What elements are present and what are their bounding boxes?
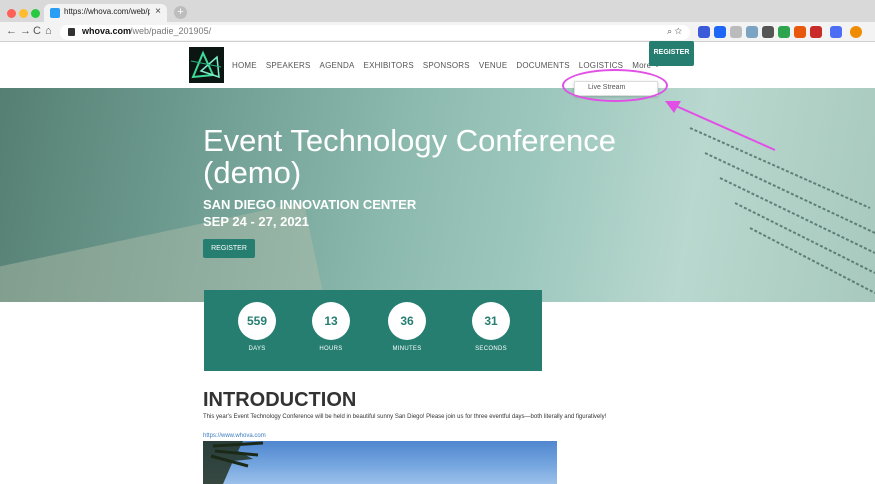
nav-sponsors[interactable]: SPONSORS (423, 61, 470, 70)
nav-home[interactable]: HOME (232, 61, 257, 70)
back-icon[interactable]: ← (6, 25, 17, 37)
url-path: /web/padie_201905/ (130, 26, 212, 36)
extension-icon[interactable] (778, 26, 790, 38)
event-logo[interactable] (189, 47, 224, 83)
introduction-heading: INTRODUCTION (203, 389, 357, 411)
countdown-days-label: DAYS (248, 346, 266, 352)
browser-toolbar: ← → C ⌂ whova.com /web/padie_201905/ ⌕ ☆ (0, 22, 875, 42)
extension-icon[interactable] (730, 26, 742, 38)
favicon-icon (50, 8, 60, 18)
reload-icon[interactable]: C (33, 25, 41, 37)
countdown-days-value: 559 (238, 302, 276, 340)
minimize-window-button[interactable] (19, 9, 28, 18)
hero-banner (0, 88, 875, 302)
logo-graphic (190, 50, 222, 79)
countdown-seconds-label: SECONDS (475, 346, 507, 352)
lock-icon (68, 28, 75, 36)
forward-icon[interactable]: → (20, 25, 31, 37)
zoom-and-bookmark-icons[interactable]: ⌕ ☆ (667, 26, 682, 37)
countdown-minutes-label: MINUTES (392, 346, 422, 352)
new-tab-button[interactable]: + (174, 6, 187, 19)
home-icon[interactable]: ⌂ (45, 25, 52, 37)
hero-venue: SAN DIEGO INNOVATION CENTER (203, 197, 417, 212)
countdown-days: 559 DAYS (234, 302, 280, 352)
countdown-hours: 13 HOURS (308, 302, 354, 352)
introduction-text: This year's Event Technology Conference … (203, 414, 607, 420)
extension-icon[interactable] (830, 26, 842, 38)
countdown-minutes: 36 MINUTES (384, 302, 430, 352)
hero-title: Event Technology Conference (demo) (203, 123, 617, 190)
main-nav: HOME SPEAKERS AGENDA EXHIBITORS SPONSORS… (232, 61, 661, 70)
browser-tab-bar: https://whova.com/web/padie × + (0, 0, 875, 22)
extension-icon[interactable] (714, 26, 726, 38)
countdown-panel: 559 DAYS 13 HOURS 36 MINUTES 31 SECONDS (204, 290, 542, 371)
maximize-window-button[interactable] (31, 9, 40, 18)
tab-close-icon[interactable]: × (155, 6, 161, 17)
countdown-hours-label: HOURS (319, 346, 343, 352)
extension-icon[interactable] (810, 26, 822, 38)
extension-icon[interactable] (794, 26, 806, 38)
introduction-photo (203, 441, 557, 484)
browser-tab[interactable]: https://whova.com/web/padie × (44, 4, 167, 22)
countdown-seconds: 31 SECONDS (468, 302, 514, 352)
register-button-hero[interactable]: REGISTER (203, 239, 255, 258)
nav-documents[interactable]: DOCUMENTS (516, 61, 569, 70)
extension-icon[interactable] (762, 26, 774, 38)
close-window-button[interactable] (7, 9, 16, 18)
extension-icon[interactable] (698, 26, 710, 38)
nav-venue[interactable]: VENUE (479, 61, 508, 70)
palm-tree-graphic (203, 441, 264, 484)
hero-date: SEP 24 - 27, 2021 (203, 214, 310, 229)
countdown-hours-value: 13 (312, 302, 350, 340)
address-bar[interactable]: whova.com /web/padie_201905/ ⌕ ☆ (60, 25, 690, 40)
nav-agenda[interactable]: AGENDA (320, 61, 355, 70)
hero-background-piers (689, 127, 875, 294)
extension-icon[interactable] (746, 26, 758, 38)
countdown-seconds-value: 31 (472, 302, 510, 340)
url-host: whova.com (82, 26, 132, 36)
register-button-top[interactable]: REGISTER (649, 41, 694, 66)
nav-speakers[interactable]: SPEAKERS (266, 61, 311, 70)
countdown-minutes-value: 36 (388, 302, 426, 340)
tab-title: https://whova.com/web/padie (64, 7, 150, 16)
annotation-highlight-ellipse (562, 69, 668, 102)
introduction-link[interactable]: https://www.whova.com (203, 433, 266, 439)
nav-exhibitors[interactable]: EXHIBITORS (364, 61, 414, 70)
profile-avatar[interactable] (850, 26, 862, 38)
